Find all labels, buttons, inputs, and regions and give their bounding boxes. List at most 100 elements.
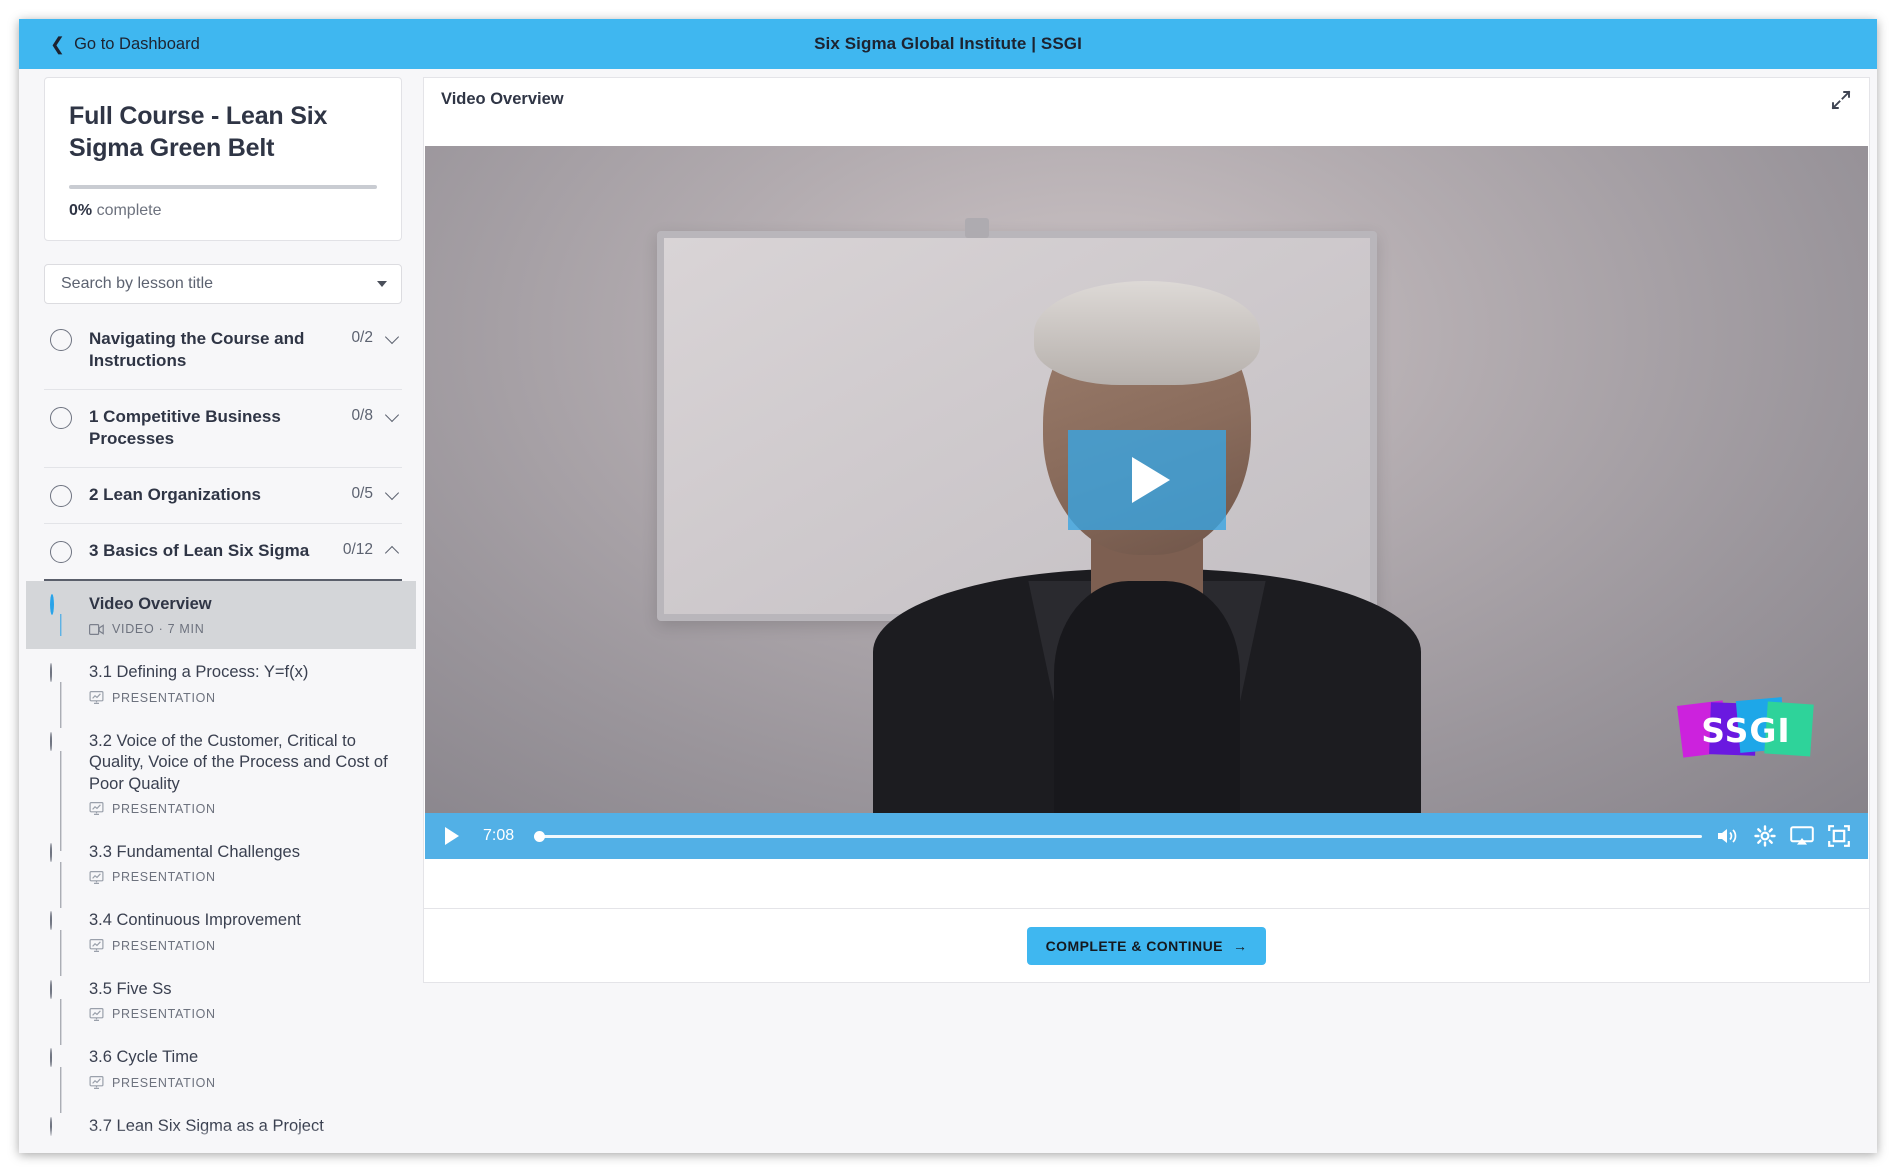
lesson-status-wrap <box>50 1116 72 1136</box>
list-item[interactable]: 3.4 Continuous Improvement PRESENTATION <box>44 897 402 977</box>
presenter-figure <box>867 281 1427 813</box>
section-row[interactable]: 2 Lean Organizations 0/5 <box>44 468 402 524</box>
lesson-body: 3.6 Cycle Time PRESENTATION <box>89 1047 400 1089</box>
section-title: 1 Competitive Business Processes <box>89 406 281 449</box>
lesson-status-wrap <box>50 593 72 636</box>
lesson-status-wrap <box>50 663 72 729</box>
section-row[interactable]: 1 Competitive Business Processes 0/8 <box>44 390 402 468</box>
lesson-status-wrap <box>50 911 72 977</box>
section-progress-count: 0/8 <box>351 406 373 424</box>
ssgi-watermark: SSGI <box>1677 697 1814 761</box>
section-title: 2 Lean Organizations <box>89 484 261 504</box>
lesson-body: 3.4 Continuous Improvement PRESENTATION <box>89 910 400 952</box>
lesson-status-wrap <box>50 979 72 1045</box>
gear-icon[interactable] <box>1754 825 1776 847</box>
lesson-content-area <box>423 859 1870 909</box>
chevron-down-icon[interactable] <box>387 487 400 500</box>
presentation-icon <box>89 802 104 816</box>
list-item[interactable]: 3.6 Cycle Time PRESENTATION <box>44 1034 402 1114</box>
lesson-title: 3.2 Voice of the Customer, Critical to Q… <box>89 731 388 793</box>
lesson-status-wrap <box>50 842 72 908</box>
complete-and-continue-button[interactable]: COMPLETE & CONTINUE → <box>1026 926 1267 965</box>
presenter-hair <box>1033 281 1260 385</box>
lesson-title: 3.3 Fundamental Challenges <box>89 842 300 861</box>
presentation-icon <box>89 870 104 884</box>
fullscreen-icon[interactable] <box>1828 825 1850 847</box>
lesson-status-wrap <box>50 731 72 851</box>
lesson-meta: PRESENTATION <box>89 1076 392 1090</box>
lesson-meta: VIDEO · 7 MIN <box>89 622 406 636</box>
lesson-body: 3.5 Five Ss PRESENTATION <box>89 979 400 1021</box>
lesson-meta-label: VIDEO · 7 MIN <box>112 622 205 637</box>
lesson-status-icon <box>50 731 52 751</box>
list-item[interactable]: 3.7 Lean Six Sigma as a Project <box>44 1103 402 1150</box>
presentation-icon <box>89 939 104 953</box>
lesson-header: Video Overview <box>423 77 1870 121</box>
chevron-down-icon[interactable] <box>387 409 400 422</box>
course-title: Full Course - Lean Six Sigma Green Belt <box>69 102 328 162</box>
list-item[interactable]: 3.2 Voice of the Customer, Critical to Q… <box>44 718 402 851</box>
site-title: Six Sigma Global Institute | SSGI <box>814 34 1082 53</box>
lesson-search-dropdown[interactable]: Search by lesson title <box>44 264 402 304</box>
course-player-page: ❮ Go to Dashboard Six Sigma Global Insti… <box>19 19 1877 1153</box>
table-of-contents: Navigating the Course and Instructions 0… <box>26 312 416 1150</box>
volume-icon[interactable] <box>1716 826 1740 846</box>
course-progress-label: 0% complete <box>69 202 377 220</box>
lesson-title: 3.6 Cycle Time <box>89 1048 199 1067</box>
chevron-down-icon <box>377 281 387 287</box>
expand-diagonal-icon[interactable] <box>1831 90 1851 110</box>
list-item[interactable]: Video Overview VIDEO · 7 MIN <box>26 580 416 650</box>
chevron-up-icon[interactable] <box>387 543 400 556</box>
lesson-title: Video Overview <box>89 594 212 613</box>
lesson-meta: PRESENTATION <box>89 870 392 884</box>
presentation-icon <box>89 1007 104 1021</box>
video-scrubber[interactable] <box>534 828 1702 844</box>
section-title: 3 Basics of Lean Six Sigma <box>89 540 310 560</box>
play-icon[interactable] <box>443 826 461 846</box>
list-item[interactable]: 3.1 Defining a Process: Y=f(x) PRESENTAT… <box>44 649 402 729</box>
timeline-connector <box>60 613 62 636</box>
video-camera-icon <box>89 623 104 635</box>
section-row[interactable]: Navigating the Course and Instructions 0… <box>44 312 402 390</box>
video-controls-bar: 7:08 <box>425 813 1868 859</box>
lesson-title: 3.1 Defining a Process: Y=f(x) <box>89 663 309 682</box>
lesson-title: 3.7 Lean Six Sigma as a Project <box>89 1116 324 1135</box>
presentation-icon <box>89 1076 104 1090</box>
ssgi-watermark-text: SSGI <box>1701 710 1791 750</box>
list-item[interactable]: 3.3 Fundamental Challenges PRESENTATION <box>44 829 402 908</box>
whiteboard-clip <box>965 218 989 238</box>
lesson-meta-label: PRESENTATION <box>112 690 216 705</box>
list-item[interactable]: 3.5 Five Ss PRESENTATION <box>44 966 402 1045</box>
page-title: Video Overview <box>441 90 564 108</box>
section-row-expanded[interactable]: 3 Basics of Lean Six Sigma 0/12 <box>44 524 402 581</box>
scrubber-track <box>534 834 1702 838</box>
chevron-down-icon[interactable] <box>387 331 400 344</box>
course-progress-suffix: complete <box>96 202 162 219</box>
airplay-icon[interactable] <box>1790 826 1814 846</box>
lesson-meta: PRESENTATION <box>89 802 392 816</box>
lesson-meta: PRESENTATION <box>89 691 392 705</box>
section-progress-count: 0/5 <box>351 484 373 502</box>
top-bar: ❮ Go to Dashboard Six Sigma Global Insti… <box>19 19 1877 69</box>
lesson-title: 3.5 Five Ss <box>89 979 172 998</box>
course-progress-percent: 0% <box>69 202 93 219</box>
section-status-icon <box>50 540 72 563</box>
complete-and-continue-label: COMPLETE & CONTINUE <box>1045 937 1223 954</box>
section-status-icon <box>50 484 72 507</box>
video-frame[interactable]: SSGI <box>425 146 1868 813</box>
lesson-main-panel: Video Overview SSGI 7:08 COMPLETE & CONT… <box>423 77 1870 1153</box>
lesson-status-icon <box>50 979 52 999</box>
lesson-status-icon <box>50 663 52 683</box>
lesson-body: 3.1 Defining a Process: Y=f(x) PRESENTAT… <box>89 662 400 704</box>
presentation-icon <box>89 691 104 705</box>
arrow-right-icon: → <box>1232 937 1248 954</box>
play-overlay-icon[interactable] <box>1067 429 1226 530</box>
scrubber-handle[interactable] <box>534 830 546 842</box>
lesson-body: Video Overview VIDEO · 7 MIN <box>89 594 414 636</box>
section-status-icon <box>50 329 72 351</box>
course-sidebar: Full Course - Lean Six Sigma Green Belt … <box>26 77 416 1153</box>
lesson-title: 3.4 Continuous Improvement <box>89 911 301 930</box>
lesson-meta-label: PRESENTATION <box>112 801 216 816</box>
video-time: 7:08 <box>483 827 515 844</box>
lesson-meta-label: PRESENTATION <box>112 870 216 885</box>
